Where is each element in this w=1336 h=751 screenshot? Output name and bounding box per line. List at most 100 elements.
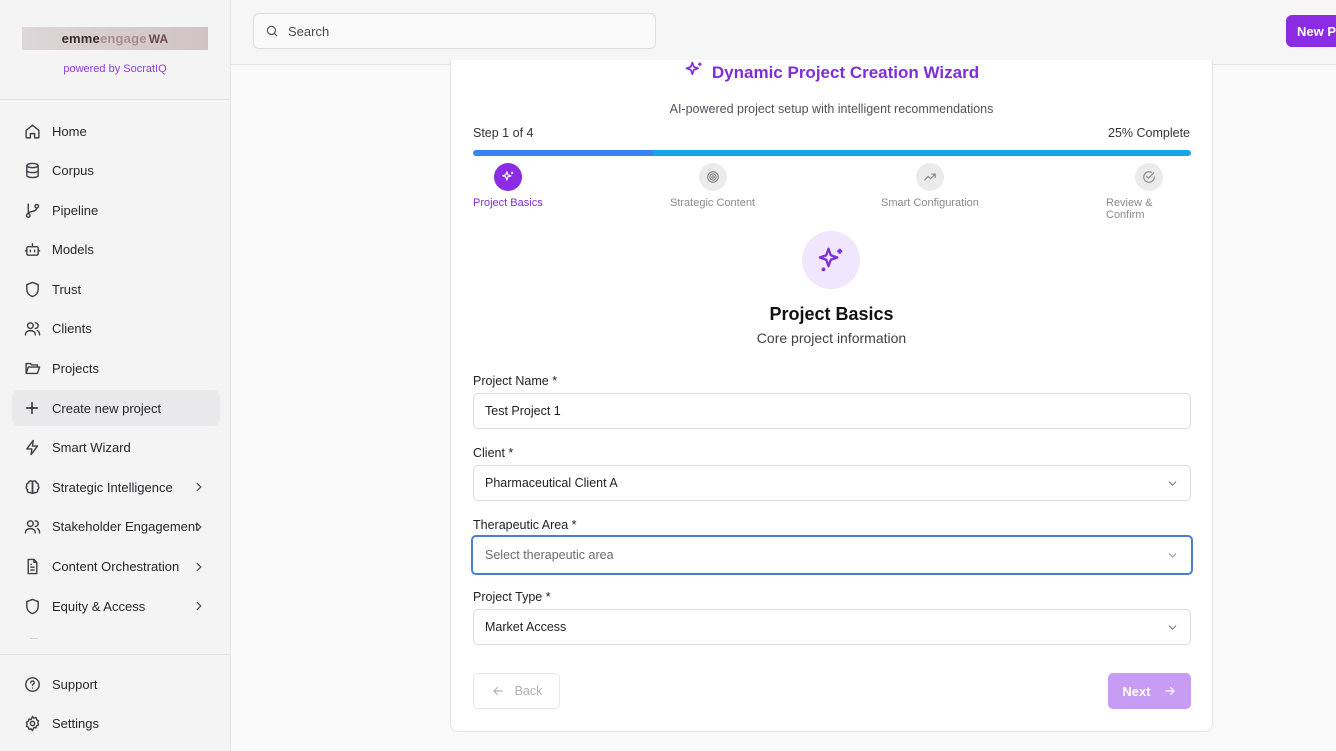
sidebar-item-support[interactable]: Support (12, 666, 218, 702)
project-type-selected-value: Market Access (485, 620, 567, 634)
sidebar-item-label: Trust (52, 281, 82, 297)
bot-icon (23, 241, 41, 259)
sidebar-footer: Support Settings (0, 654, 230, 745)
plus-icon (23, 399, 41, 417)
sidebar-item-label: Settings (52, 716, 99, 731)
sidebar-item-label: Models (52, 242, 94, 258)
shield-icon (23, 280, 41, 298)
sidebar-item-label: Content Orchestration (52, 559, 180, 575)
sidebar-item-strategic-intelligence[interactable]: Strategic Intelligence (12, 469, 220, 505)
users-icon (23, 320, 41, 338)
step-strategic-content[interactable]: Strategic Content (670, 163, 755, 209)
shield-icon (23, 597, 41, 615)
sidebar-item-stakeholder-engagement[interactable]: Stakeholder Engagement (12, 509, 220, 545)
app-logo[interactable]: emme engage WA (22, 27, 208, 50)
new-project-button[interactable]: New Pr (1286, 15, 1336, 47)
chevron-right-icon (196, 602, 202, 611)
project-name-label: Project Name * (473, 374, 558, 388)
back-button[interactable]: Back (473, 673, 560, 709)
sidebar-item-label: Projects (52, 361, 99, 377)
home-icon (23, 122, 41, 140)
arrow-left-icon (492, 686, 503, 696)
progress-bar-fill (473, 150, 653, 156)
sidebar-item-projects[interactable]: Projects (12, 351, 220, 387)
sidebar-item-label: Create new project (52, 400, 162, 416)
progress-percent-text: 25% Complete (1108, 126, 1190, 140)
wizard-title: Dynamic Project Creation Wizard (451, 60, 1212, 85)
sidebar: emme engage WA powered by SocratIQ Home Co… (0, 0, 231, 751)
search-icon (266, 25, 278, 37)
step-count-text: Step 1 of 4 (473, 126, 534, 140)
sidebar-item-smart-wizard[interactable]: Smart Wizard (12, 430, 220, 466)
sidebar-item-label: Pipeline (52, 202, 99, 218)
chevron-right-icon (196, 562, 202, 571)
sidebar-item-label: Stakeholder Engagement (52, 519, 199, 535)
project-name-input[interactable] (485, 404, 1165, 418)
sidebar-item-equity-access[interactable]: Equity & Access (12, 588, 220, 624)
nav-scroll-hint (30, 638, 38, 639)
git-branch-icon (23, 201, 41, 219)
sidebar-item-settings[interactable]: Settings (12, 706, 218, 742)
brand-area: emme engage WA powered by SocratIQ (0, 0, 230, 100)
section-subtitle: Core project information (756, 330, 907, 346)
zap-icon (23, 439, 41, 457)
gear-icon (23, 715, 41, 733)
sidebar-item-pipeline[interactable]: Pipeline (12, 192, 220, 228)
sidebar-item-label: Strategic Intelligence (52, 479, 173, 495)
database-icon (23, 162, 41, 180)
step-project-basics[interactable]: Project Basics (473, 163, 543, 209)
project-name-field[interactable] (473, 393, 1191, 429)
sidebar-item-label: Corpus (52, 163, 94, 179)
progress-bar (473, 150, 1191, 156)
top-bar: New Pr (231, 0, 1336, 65)
brain-icon (23, 478, 41, 496)
next-button-label: Next (1122, 683, 1151, 699)
powered-by-text: powered by SocratIQ (63, 63, 167, 75)
chevron-down-icon (1168, 553, 1177, 558)
client-label: Client * (473, 446, 514, 460)
wizard-steps: Project Basics Strategic Content Smart C… (473, 163, 1191, 221)
next-button[interactable]: Next (1108, 673, 1191, 709)
sidebar-item-label: Smart Wizard (52, 440, 131, 456)
sparkles-icon (493, 163, 522, 191)
users-icon (23, 518, 41, 536)
sidebar-item-clients[interactable]: Clients (12, 311, 220, 347)
wizard-subtitle: AI-powered project setup with intelligen… (669, 102, 994, 116)
arrow-right-icon (1164, 686, 1175, 696)
sidebar-item-corpus[interactable]: Corpus (12, 153, 220, 189)
sparkles-icon (684, 60, 704, 85)
sidebar-item-content-orchestration[interactable]: Content Orchestration (12, 549, 220, 585)
sidebar-nav: Home Corpus Pipeline Models Trust Client… (12, 113, 220, 628)
sidebar-item-create-new-project[interactable]: Create new project (12, 390, 220, 427)
project-type-label: Project Type * (473, 590, 551, 604)
sparkles-icon (802, 231, 860, 289)
sidebar-item-home[interactable]: Home (12, 113, 220, 149)
target-icon (698, 163, 727, 191)
check-circle-icon (1134, 163, 1163, 191)
section-title: Project Basics (769, 304, 894, 324)
step-review-confirm[interactable]: Review & Confirm (1106, 163, 1191, 221)
back-button-label: Back (514, 684, 543, 698)
step-indicator: Step 1 of 4 25% Complete (473, 126, 1190, 140)
search-input[interactable] (288, 23, 628, 39)
client-select[interactable]: Pharmaceutical Client A (473, 465, 1191, 501)
step-smart-configuration[interactable]: Smart Configuration (881, 163, 979, 209)
project-type-select[interactable]: Market Access (473, 609, 1191, 645)
therapeutic-area-label: Therapeutic Area * (473, 518, 577, 532)
wizard-card: Dynamic Project Creation Wizard AI-power… (450, 60, 1213, 732)
search-box[interactable] (253, 13, 656, 49)
sidebar-item-models[interactable]: Models (12, 232, 220, 268)
file-text-icon (23, 558, 41, 576)
help-circle-icon (23, 675, 41, 693)
sidebar-item-label: Equity & Access (52, 598, 146, 614)
step-label: Smart Configuration (881, 197, 979, 209)
chevron-right-icon (196, 522, 202, 532)
chevron-right-icon (196, 483, 202, 492)
step-label: Project Basics (473, 197, 543, 209)
trending-up-icon (915, 163, 944, 191)
therapeutic-area-placeholder: Select therapeutic area (485, 548, 614, 562)
sidebar-item-label: Support (52, 676, 98, 692)
therapeutic-area-select[interactable]: Select therapeutic area (471, 535, 1193, 575)
sidebar-item-trust[interactable]: Trust (12, 271, 220, 307)
chevron-down-icon (1168, 481, 1177, 486)
